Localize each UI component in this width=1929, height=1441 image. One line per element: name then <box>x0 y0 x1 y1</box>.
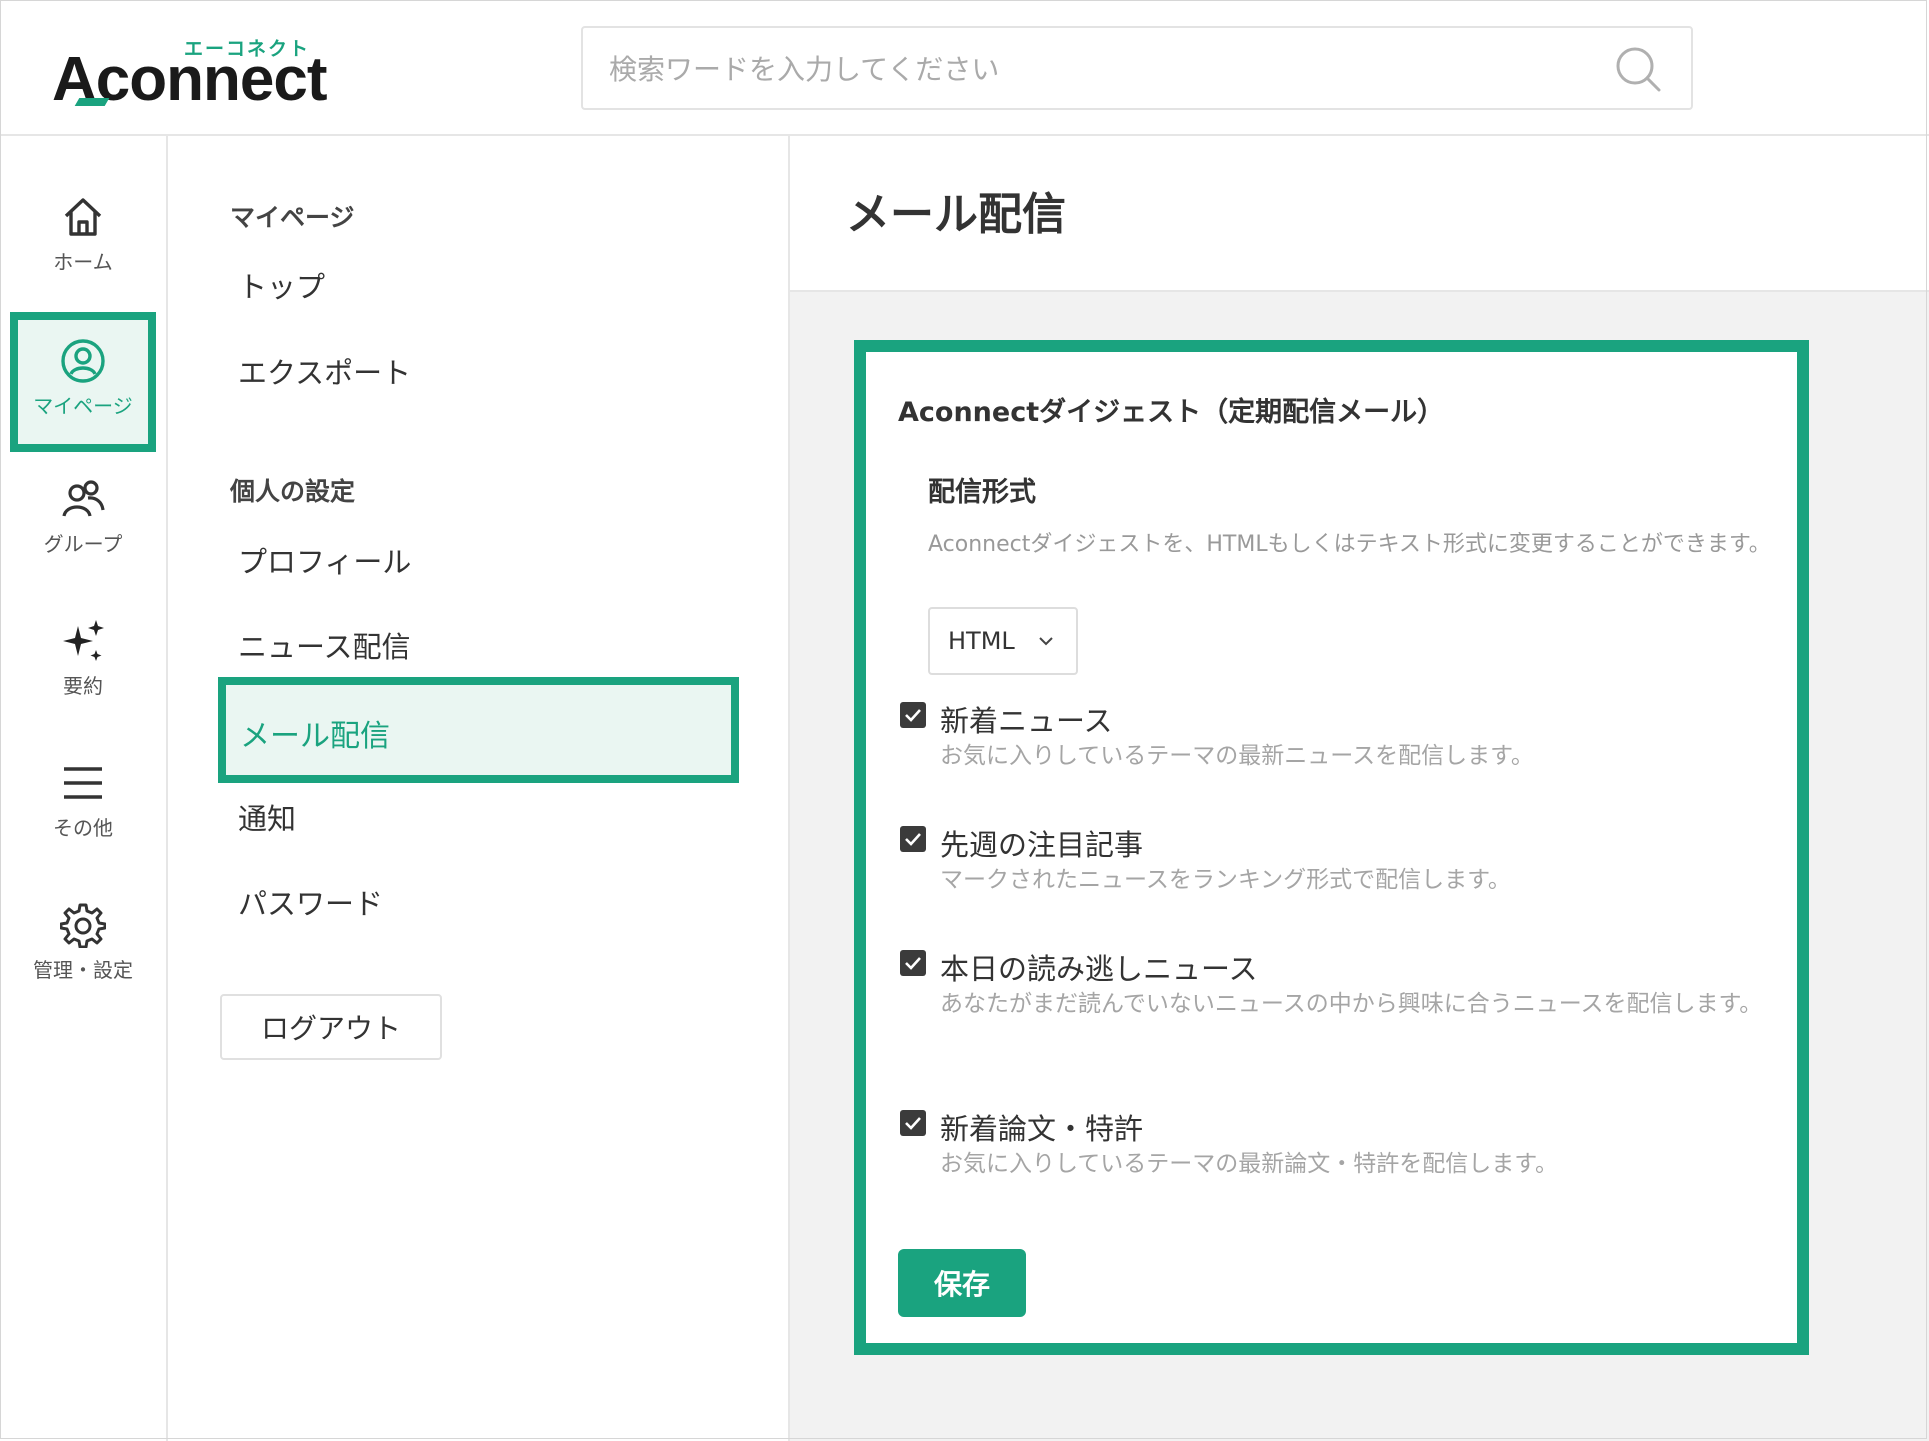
submenu-item-mail-label: メール配信 <box>240 719 390 754</box>
rail-label-mypage: マイページ <box>33 394 133 418</box>
rail-item-other[interactable]: その他 <box>10 760 156 900</box>
check-icon <box>905 1117 921 1130</box>
sparkle-icon <box>63 620 104 661</box>
submenu-item-password[interactable]: パスワード <box>238 881 383 923</box>
option-label: 新着論文・特許 <box>940 1112 1144 1146</box>
format-select[interactable]: HTML <box>928 607 1078 675</box>
aconnect-logo[interactable]: エーコネクト Aconnect <box>52 30 332 114</box>
gear-icon <box>60 903 106 948</box>
icon-rail: ホーム マイページ グループ 要約 その他 管理・設定 <box>0 136 168 1441</box>
rail-label-other: その他 <box>53 816 113 840</box>
check-icon <box>905 709 921 722</box>
option-description: マークされたニュースをランキング形式で配信します。 <box>940 867 1511 893</box>
logo-accent-mark <box>74 98 110 106</box>
header: エーコネクト Aconnect <box>0 0 1929 136</box>
option-description: お気に入りしているテーマの最新ニュースを配信します。 <box>940 743 1534 769</box>
save-button[interactable]: 保存 <box>898 1249 1026 1317</box>
main-content: メール配信 Aconnectダイジェスト（定期配信メール） 配信形式 Aconn… <box>790 136 1929 1441</box>
submenu-heading-mypage: マイページ <box>230 203 355 232</box>
digest-settings-card: Aconnectダイジェスト（定期配信メール） 配信形式 Aconnectダイジ… <box>854 340 1809 1355</box>
submenu-item-profile[interactable]: プロフィール <box>238 539 411 581</box>
main-header: メール配信 <box>790 136 1929 292</box>
rail-label-admin: 管理・設定 <box>33 958 133 982</box>
chevron-down-icon <box>1039 637 1053 646</box>
rail-item-summary[interactable]: 要約 <box>10 618 156 758</box>
option-label: 先週の注目記事 <box>940 828 1144 862</box>
menu-icon <box>64 767 102 799</box>
group-icon <box>62 480 105 517</box>
submenu-item-news[interactable]: ニュース配信 <box>238 624 411 666</box>
checkbox-missed-news[interactable] <box>900 950 926 976</box>
option-description: お気に入りしているテーマの最新論文・特許を配信します。 <box>940 1151 1559 1177</box>
submenu-item-export[interactable]: エクスポート <box>238 350 411 392</box>
home-icon <box>64 198 102 236</box>
rail-item-admin[interactable]: 管理・設定 <box>10 902 156 1042</box>
rail-label-summary: 要約 <box>63 674 103 698</box>
search-icon[interactable] <box>1615 46 1661 92</box>
rail-label-group: グループ <box>43 532 123 556</box>
submenu-item-mail[interactable]: メール配信 <box>218 677 739 783</box>
option-label: 新着ニュース <box>940 704 1113 738</box>
search-input[interactable] <box>607 28 1591 110</box>
page-title: メール配信 <box>846 189 1066 240</box>
check-icon <box>905 957 921 970</box>
logout-button[interactable]: ログアウト <box>220 994 442 1060</box>
format-title: 配信形式 <box>928 477 1036 508</box>
checkbox-weekly-featured[interactable] <box>900 826 926 852</box>
search-box <box>581 26 1693 110</box>
format-description: Aconnectダイジェストを、HTMLもしくはテキスト形式に変更することができ… <box>928 532 1771 557</box>
card-title: Aconnectダイジェスト（定期配信メール） <box>898 397 1445 428</box>
submenu-item-top[interactable]: トップ <box>238 264 325 306</box>
option-description: あなたがまだ読んでいないニュースの中から興味に合うニュースを配信します。 <box>940 991 1763 1017</box>
format-select-value: HTML <box>948 627 1015 655</box>
rail-item-group[interactable]: グループ <box>10 476 156 616</box>
submenu-heading-personal: 個人の設定 <box>230 477 356 506</box>
user-circle-icon <box>61 339 105 383</box>
mypage-submenu: マイページ トップ エクスポート 個人の設定 プロフィール ニュース配信 メール… <box>168 136 790 1441</box>
submenu-item-notice[interactable]: 通知 <box>238 796 296 838</box>
checkbox-new-news[interactable] <box>900 702 926 728</box>
rail-item-mypage[interactable]: マイページ <box>10 312 156 452</box>
checkbox-new-papers[interactable] <box>900 1110 926 1136</box>
rail-label-home: ホーム <box>53 250 113 274</box>
check-icon <box>905 833 921 846</box>
option-label: 本日の読み逃しニュース <box>940 952 1258 986</box>
